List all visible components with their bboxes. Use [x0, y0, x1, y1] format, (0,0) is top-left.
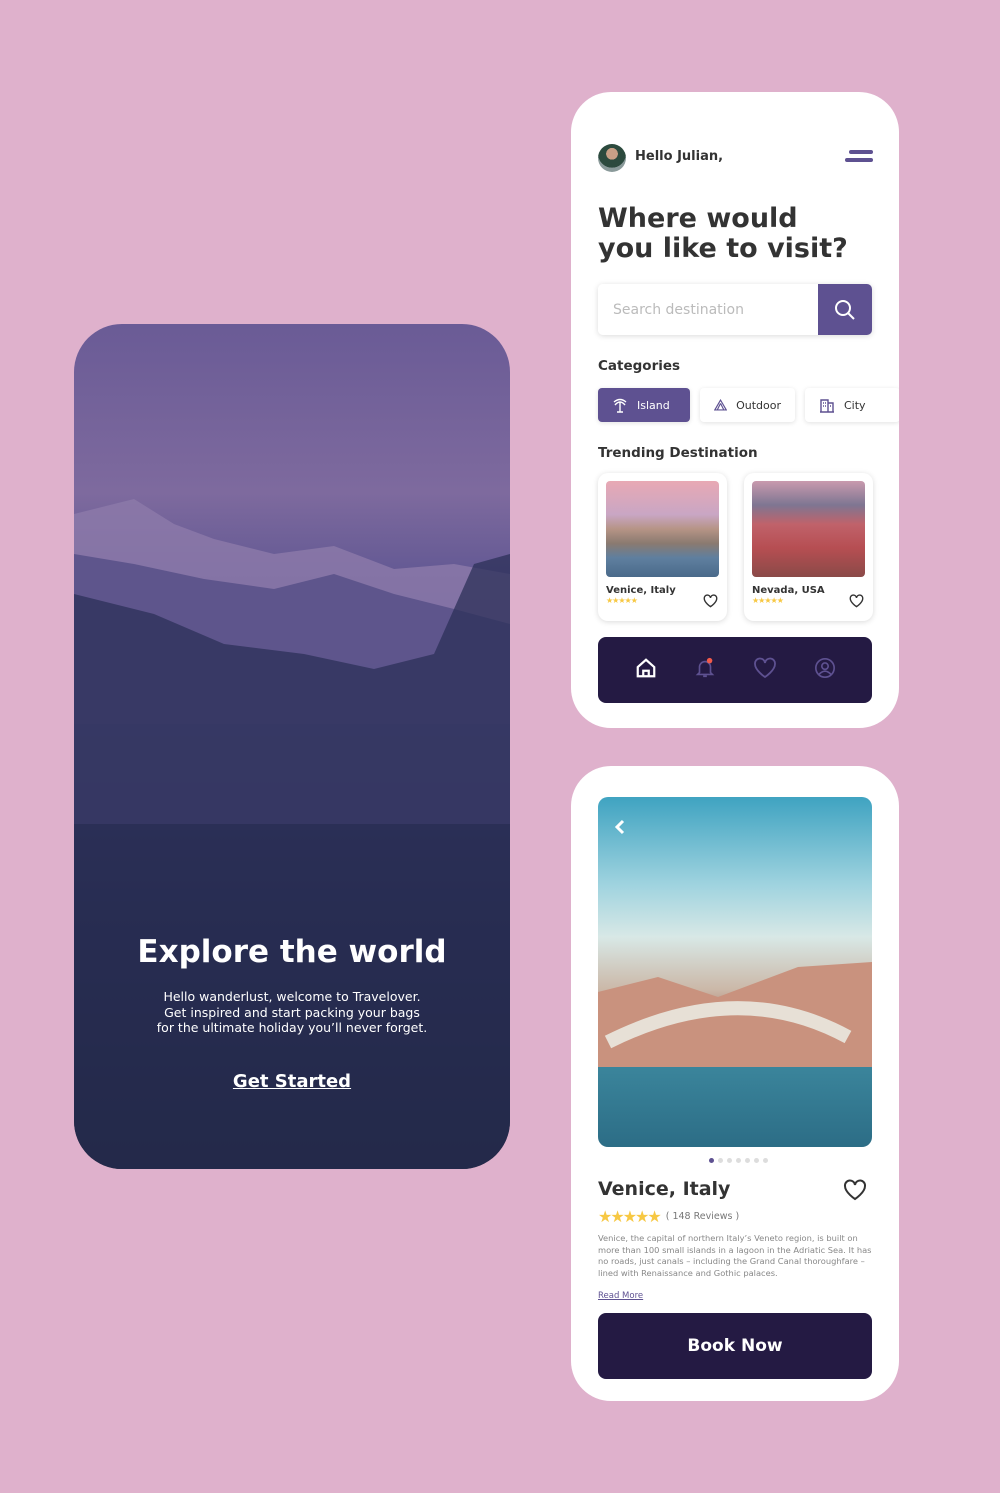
search-input[interactable]	[598, 284, 818, 335]
building-icon	[820, 399, 834, 413]
welcome-screen: Explore the world Hello wanderlust, welc…	[74, 324, 510, 1169]
bell-icon[interactable]	[694, 657, 716, 683]
heart-icon[interactable]	[849, 594, 864, 608]
star-rating: ★★★★★	[598, 1207, 662, 1226]
search-button[interactable]	[818, 284, 872, 335]
tent-icon	[714, 398, 728, 411]
home-icon[interactable]	[635, 657, 657, 683]
heart-icon[interactable]	[753, 657, 777, 683]
nevada-image	[752, 481, 865, 577]
category-city[interactable]: City	[805, 388, 899, 422]
welcome-text: Hello wanderlust, welcome to Travelover.…	[156, 989, 428, 1035]
category-island[interactable]: Island	[598, 388, 690, 422]
category-label: Island	[637, 398, 670, 412]
trending-list: Venice, Italy ★★★★★ Nevada, USA ★★★★★	[598, 473, 873, 621]
back-icon[interactable]	[612, 819, 628, 835]
category-label: City	[844, 398, 866, 412]
user-icon[interactable]	[814, 657, 836, 683]
read-more-link[interactable]: Read More	[598, 1291, 643, 1301]
avatar[interactable]	[598, 144, 626, 172]
destination-card[interactable]: Nevada, USA ★★★★★	[744, 473, 873, 621]
bottom-nav	[598, 637, 872, 703]
title-line: you like to visit?	[598, 233, 848, 264]
destination-title: Venice, Italy	[598, 1178, 731, 1200]
carousel-indicator	[709, 1158, 768, 1163]
venice-image	[606, 481, 719, 577]
bridge-illustration	[598, 962, 872, 1067]
palm-tree-icon	[613, 398, 627, 413]
detail-screen: Venice, Italy ★★★★★ ( 148 Reviews ) Venic…	[571, 766, 899, 1401]
destination-card[interactable]: Venice, Italy ★★★★★	[598, 473, 727, 621]
search-icon	[835, 299, 855, 320]
home-screen: Hello Julian, Where would you like to vis…	[571, 92, 899, 728]
greeting: Hello Julian,	[635, 149, 724, 164]
title-line: Where would	[598, 203, 798, 234]
welcome-title: Explore the world	[137, 934, 447, 970]
page-title: Where would you like to visit?	[598, 204, 848, 264]
book-now-button[interactable]: Book Now	[598, 1313, 872, 1379]
category-outdoor[interactable]: Outdoor	[700, 388, 795, 422]
search-box	[598, 284, 872, 335]
venice-rialto-image	[598, 797, 872, 1147]
mountain-forest-image	[74, 499, 510, 1169]
review-count[interactable]: ( 148 Reviews )	[666, 1211, 739, 1222]
heart-icon[interactable]	[703, 594, 718, 608]
get-started-link[interactable]: Get Started	[74, 1071, 510, 1092]
menu-icon[interactable]	[845, 150, 873, 164]
rating: ★★★★★ ( 148 Reviews )	[598, 1207, 739, 1226]
description: Venice, the capital of northern Italy’s …	[598, 1233, 872, 1278]
favorite-heart-icon[interactable]	[843, 1179, 867, 1201]
categories-label: Categories	[598, 358, 681, 374]
category-label: Outdoor	[736, 398, 781, 412]
category-list: Island Outdoor City	[598, 388, 899, 422]
trending-label: Trending Destination	[598, 445, 758, 461]
